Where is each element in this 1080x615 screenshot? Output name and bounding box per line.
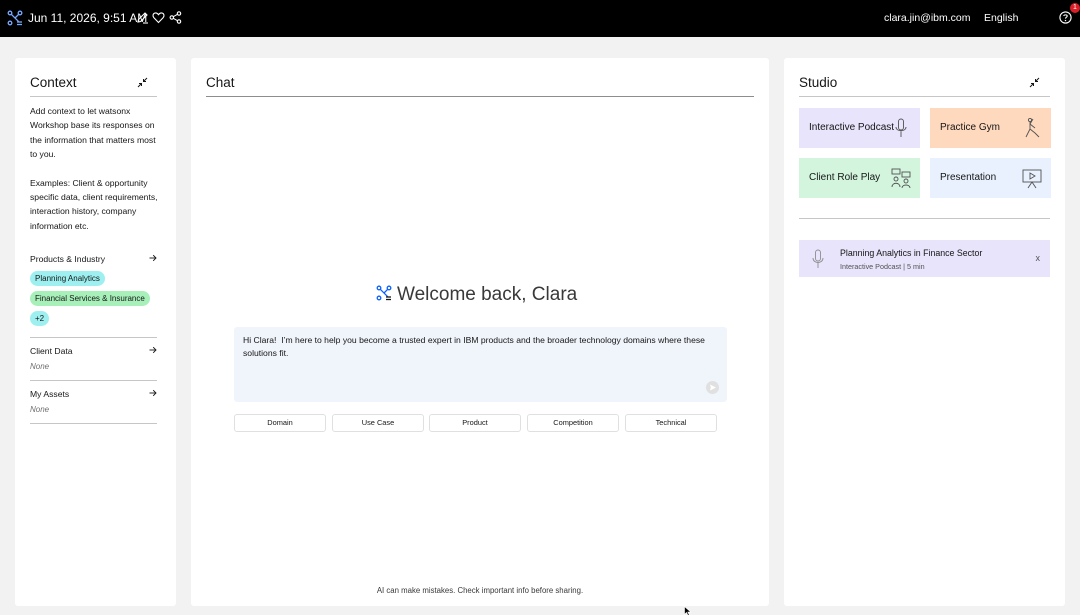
ai-disclaimer: AI can make mistakes. Check important in… — [376, 586, 584, 595]
edit-icon[interactable] — [136, 11, 149, 24]
chat-panel: Chat Welcome back, Clara Hi Clara! I’m h… — [191, 58, 769, 606]
item-subtitle: Interactive Podcast | 5 min — [840, 262, 925, 271]
tag-financial-services[interactable]: Financial Services & Insurance — [30, 291, 150, 306]
products-industry-label: Products & Industry — [30, 254, 105, 264]
item-title: Planning Analytics in Finance Sector — [840, 248, 983, 258]
arrow-right-icon[interactable] — [149, 346, 157, 354]
tag-more[interactable]: +2 — [30, 311, 50, 326]
arrow-right-icon[interactable] — [149, 389, 157, 397]
top-bar: Jun 11, 2026, 9:51 AM clara.jin@ibm.com … — [0, 0, 1080, 37]
client-data-value: None — [30, 362, 50, 371]
tag-planning-analytics[interactable]: Planning Analytics — [30, 271, 105, 286]
card-label: Interactive Podcast — [809, 122, 895, 133]
context-examples: Examples: Client & opportunity specific … — [30, 177, 158, 231]
share-icon[interactable] — [169, 11, 182, 24]
context-title: Context — [30, 75, 77, 90]
my-assets-value: None — [30, 405, 50, 414]
conversation-icon — [891, 168, 911, 189]
context-description: Add context to let watsonx Workshop base… — [30, 104, 160, 233]
products-industry-section[interactable]: Products & Industry — [30, 254, 157, 264]
studio-item-podcast[interactable]: Planning Analytics in Finance Sector Int… — [799, 240, 1050, 277]
assistant-greeting: Hi Clara! I’m here to help you become a … — [243, 335, 708, 358]
card-label: Practice Gym — [940, 122, 1001, 133]
divider — [30, 337, 157, 338]
context-panel: Context Add context to let watsonx Works… — [15, 58, 176, 606]
card-label: Client Role Play — [809, 172, 881, 183]
chat-title: Chat — [206, 75, 235, 90]
card-label: Presentation — [940, 172, 997, 183]
session-timestamp: Jun 11, 2026, 9:51 AM — [28, 11, 148, 25]
studio-panel: Studio Interactive Podcast Practice Gym … — [784, 58, 1065, 606]
microphone-icon — [895, 118, 907, 137]
my-assets-section[interactable]: My Assets — [30, 389, 157, 399]
chip-domain[interactable]: Domain — [234, 414, 326, 432]
divider — [30, 380, 157, 381]
card-client-role-play[interactable]: Client Role Play — [799, 158, 920, 198]
watsonx-logo-icon[interactable] — [7, 10, 23, 26]
help-icon[interactable] — [1059, 11, 1072, 24]
arrow-right-icon[interactable] — [149, 254, 157, 262]
my-assets-label: My Assets — [30, 389, 70, 399]
divider — [30, 423, 157, 424]
divider — [30, 96, 157, 97]
welcome-heading: Welcome back, Clara — [376, 284, 596, 306]
divider — [206, 96, 754, 97]
divider — [799, 218, 1050, 219]
chat-input[interactable]: Hi Clara! I’m here to help you become a … — [234, 327, 727, 402]
card-interactive-podcast[interactable]: Interactive Podcast — [799, 108, 920, 148]
yoga-pose-icon — [1025, 117, 1040, 138]
heart-icon[interactable] — [152, 11, 165, 24]
close-icon[interactable]: x — [1036, 253, 1041, 263]
presentation-icon — [1022, 169, 1042, 189]
chip-product[interactable]: Product — [429, 414, 521, 432]
card-practice-gym[interactable]: Practice Gym — [930, 108, 1051, 148]
chip-technical[interactable]: Technical — [625, 414, 717, 432]
divider — [799, 96, 1050, 97]
collapse-icon[interactable] — [137, 77, 148, 88]
notification-badge: 1 — [1070, 3, 1080, 13]
client-data-label: Client Data — [30, 346, 73, 356]
chip-competition[interactable]: Competition — [527, 414, 619, 432]
watsonx-logo-icon — [376, 285, 392, 301]
language-selector[interactable]: English — [984, 12, 1018, 24]
send-button[interactable] — [706, 381, 719, 394]
send-icon — [710, 384, 716, 391]
collapse-icon[interactable] — [1029, 77, 1040, 88]
client-data-section[interactable]: Client Data — [30, 346, 157, 356]
user-email[interactable]: clara.jin@ibm.com — [884, 12, 971, 24]
microphone-icon — [812, 249, 824, 268]
chip-use-case[interactable]: Use Case — [332, 414, 424, 432]
card-presentation[interactable]: Presentation — [930, 158, 1051, 198]
context-intro: Add context to let watsonx Workshop base… — [30, 106, 156, 160]
studio-title: Studio — [799, 75, 838, 90]
welcome-text: Welcome back, Clara — [397, 284, 578, 305]
mouse-cursor-icon — [684, 606, 692, 615]
